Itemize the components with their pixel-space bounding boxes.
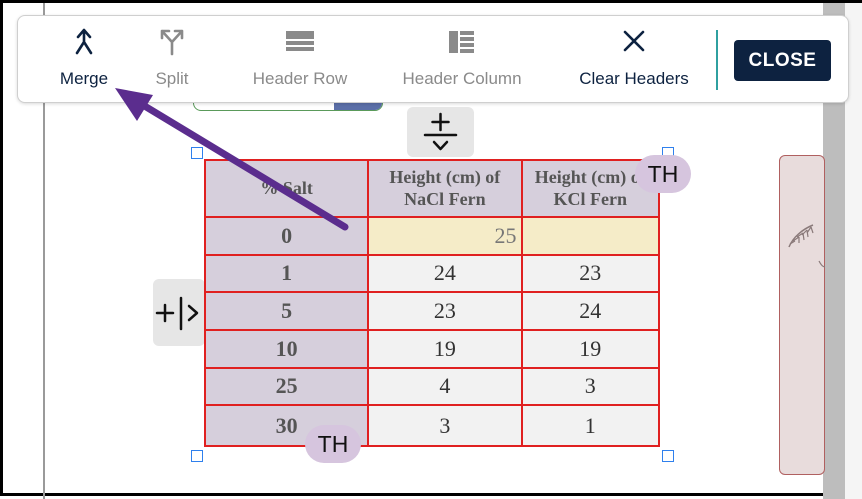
table-cell[interactable]: 5 <box>203 291 370 331</box>
toolbar-divider <box>716 30 718 90</box>
header-column-button[interactable]: Header Column <box>392 16 532 104</box>
table-row: 30 3 1 <box>203 404 661 447</box>
header-column-icon <box>449 31 474 53</box>
fern-image <box>788 224 826 268</box>
table-row: 25 4 3 <box>203 366 661 407</box>
table-cell[interactable]: 10 <box>203 328 370 369</box>
insert-row-icon <box>423 112 458 151</box>
table-row: 10 19 19 <box>203 328 661 369</box>
editor-canvas: Merge Split Header Row Header Column Cle… <box>0 0 862 499</box>
table-cell[interactable]: 3 <box>367 404 523 447</box>
close-button[interactable]: CLOSE <box>734 40 831 81</box>
insert-column-icon <box>155 296 199 331</box>
merge-label: Merge <box>59 69 109 88</box>
clear-headers-button[interactable]: Clear Headers <box>570 16 698 104</box>
close-x-icon <box>623 30 645 52</box>
data-table[interactable]: % Salt Height (cm) of NaCl Fern Height (… <box>203 159 662 449</box>
resize-handle-top-left[interactable] <box>191 147 203 159</box>
table-cell-selected[interactable] <box>520 215 661 256</box>
table-cell[interactable]: 4 <box>367 366 523 407</box>
table-cell[interactable]: 24 <box>367 253 523 294</box>
table-row: 5 23 24 <box>203 291 661 331</box>
table-toolbar: Merge Split Header Row Header Column Cle… <box>17 15 849 103</box>
merge-button[interactable]: Merge <box>48 16 120 104</box>
header-row-icon <box>286 31 314 51</box>
split-label: Split <box>155 69 189 88</box>
table-cell[interactable]: 1 <box>203 253 370 294</box>
table-header-row: % Salt Height (cm) of NaCl Fern Height (… <box>203 159 661 218</box>
table-row: 1 24 23 <box>203 253 661 294</box>
table-cell[interactable]: 0 <box>203 215 370 256</box>
resize-handle-bottom-left[interactable] <box>191 450 203 462</box>
table-cell[interactable]: 1 <box>520 404 661 447</box>
insert-column-control[interactable] <box>153 279 205 346</box>
header-row-badge[interactable]: TH <box>635 155 691 193</box>
resize-handle-bottom-right[interactable] <box>662 450 674 462</box>
header-cell[interactable]: Height (cm) of NaCl Fern <box>367 159 523 218</box>
split-button[interactable]: Split <box>140 16 204 104</box>
side-image <box>779 155 825 475</box>
table-cell[interactable]: 19 <box>367 328 523 369</box>
header-cell[interactable]: % Salt <box>203 159 370 218</box>
header-column-label: Header Column <box>402 69 522 88</box>
split-icon <box>160 29 184 56</box>
table-cell[interactable]: 23 <box>520 253 661 294</box>
table-row: 0 25 <box>203 215 661 256</box>
table-cell-selected[interactable]: 25 <box>367 215 523 256</box>
merge-icon <box>75 28 93 55</box>
table-cell[interactable]: 24 <box>520 291 661 331</box>
table-cell[interactable]: 25 <box>203 366 370 407</box>
table-cell[interactable]: 23 <box>367 291 523 331</box>
header-row-button[interactable]: Header Row <box>244 16 356 104</box>
table-cell[interactable]: 3 <box>520 366 661 407</box>
insert-row-control[interactable] <box>407 107 474 157</box>
header-row-label: Header Row <box>252 69 348 88</box>
clear-headers-label: Clear Headers <box>579 69 689 88</box>
table-cell[interactable]: 19 <box>520 328 661 369</box>
header-column-badge[interactable]: TH <box>305 425 361 463</box>
